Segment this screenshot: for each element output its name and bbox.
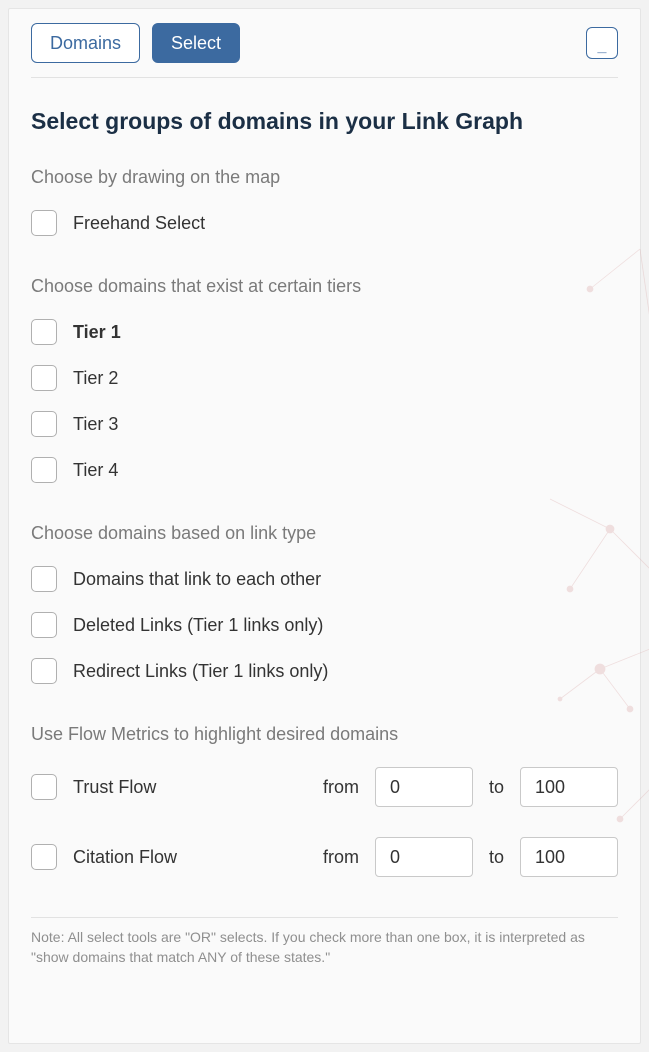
checkbox-tier-3[interactable] <box>31 411 57 437</box>
citation-flow-to-input[interactable] <box>520 837 618 877</box>
checkbox-tier-1[interactable] <box>31 319 57 345</box>
divider <box>31 77 618 78</box>
panel-header: Domains Select _ <box>31 23 618 63</box>
tab-domains[interactable]: Domains <box>31 23 140 63</box>
trust-flow-to-input[interactable] <box>520 767 618 807</box>
label-tier-1: Tier 1 <box>73 322 121 343</box>
row-redirect-links: Redirect Links (Tier 1 links only) <box>31 658 618 684</box>
citation-flow-from-input[interactable] <box>375 837 473 877</box>
label-trust-flow: Trust Flow <box>73 777 307 798</box>
row-link-each-other: Domains that link to each other <box>31 566 618 592</box>
checkbox-redirect-links[interactable] <box>31 658 57 684</box>
label-tier-4: Tier 4 <box>73 460 118 481</box>
checkbox-tier-2[interactable] <box>31 365 57 391</box>
label-citation-flow: Citation Flow <box>73 847 307 868</box>
footer-note: Note: All select tools are "OR" selects.… <box>31 928 618 967</box>
checkbox-link-each-other[interactable] <box>31 566 57 592</box>
label-link-each-other: Domains that link to each other <box>73 569 321 590</box>
checkbox-deleted-links[interactable] <box>31 612 57 638</box>
trust-flow-from-label: from <box>323 777 359 798</box>
row-tier-2: Tier 2 <box>31 365 618 391</box>
checkbox-trust-flow[interactable] <box>31 774 57 800</box>
trust-flow-from-input[interactable] <box>375 767 473 807</box>
trust-flow-to-label: to <box>489 777 504 798</box>
section-flow-metrics: Use Flow Metrics to highlight desired do… <box>31 724 618 877</box>
row-tier-3: Tier 3 <box>31 411 618 437</box>
label-deleted-links: Deleted Links (Tier 1 links only) <box>73 615 323 636</box>
checkbox-freehand-select[interactable] <box>31 210 57 236</box>
citation-flow-from-label: from <box>323 847 359 868</box>
tab-select[interactable]: Select <box>152 23 240 63</box>
select-panel: Domains Select _ Select groups of domain… <box>8 8 641 1044</box>
page-title: Select groups of domains in your Link Gr… <box>31 108 618 135</box>
section-flow-label: Use Flow Metrics to highlight desired do… <box>31 724 618 745</box>
row-tier-4: Tier 4 <box>31 457 618 483</box>
label-freehand-select: Freehand Select <box>73 213 205 234</box>
tab-group: Domains Select <box>31 23 240 63</box>
section-draw: Choose by drawing on the map Freehand Se… <box>31 167 618 236</box>
section-link-type-label: Choose domains based on link type <box>31 523 618 544</box>
label-tier-3: Tier 3 <box>73 414 118 435</box>
section-tiers-label: Choose domains that exist at certain tie… <box>31 276 618 297</box>
row-trust-flow: Trust Flow from to <box>31 767 618 807</box>
footer-divider <box>31 917 618 918</box>
row-freehand-select: Freehand Select <box>31 210 618 236</box>
row-deleted-links: Deleted Links (Tier 1 links only) <box>31 612 618 638</box>
section-link-type: Choose domains based on link type Domain… <box>31 523 618 684</box>
row-tier-1: Tier 1 <box>31 319 618 345</box>
row-citation-flow: Citation Flow from to <box>31 837 618 877</box>
checkbox-tier-4[interactable] <box>31 457 57 483</box>
citation-flow-to-label: to <box>489 847 504 868</box>
label-redirect-links: Redirect Links (Tier 1 links only) <box>73 661 328 682</box>
checkbox-citation-flow[interactable] <box>31 844 57 870</box>
section-draw-label: Choose by drawing on the map <box>31 167 618 188</box>
collapse-button[interactable]: _ <box>586 27 618 59</box>
label-tier-2: Tier 2 <box>73 368 118 389</box>
footer-note-section: Note: All select tools are "OR" selects.… <box>31 917 618 967</box>
section-tiers: Choose domains that exist at certain tie… <box>31 276 618 483</box>
